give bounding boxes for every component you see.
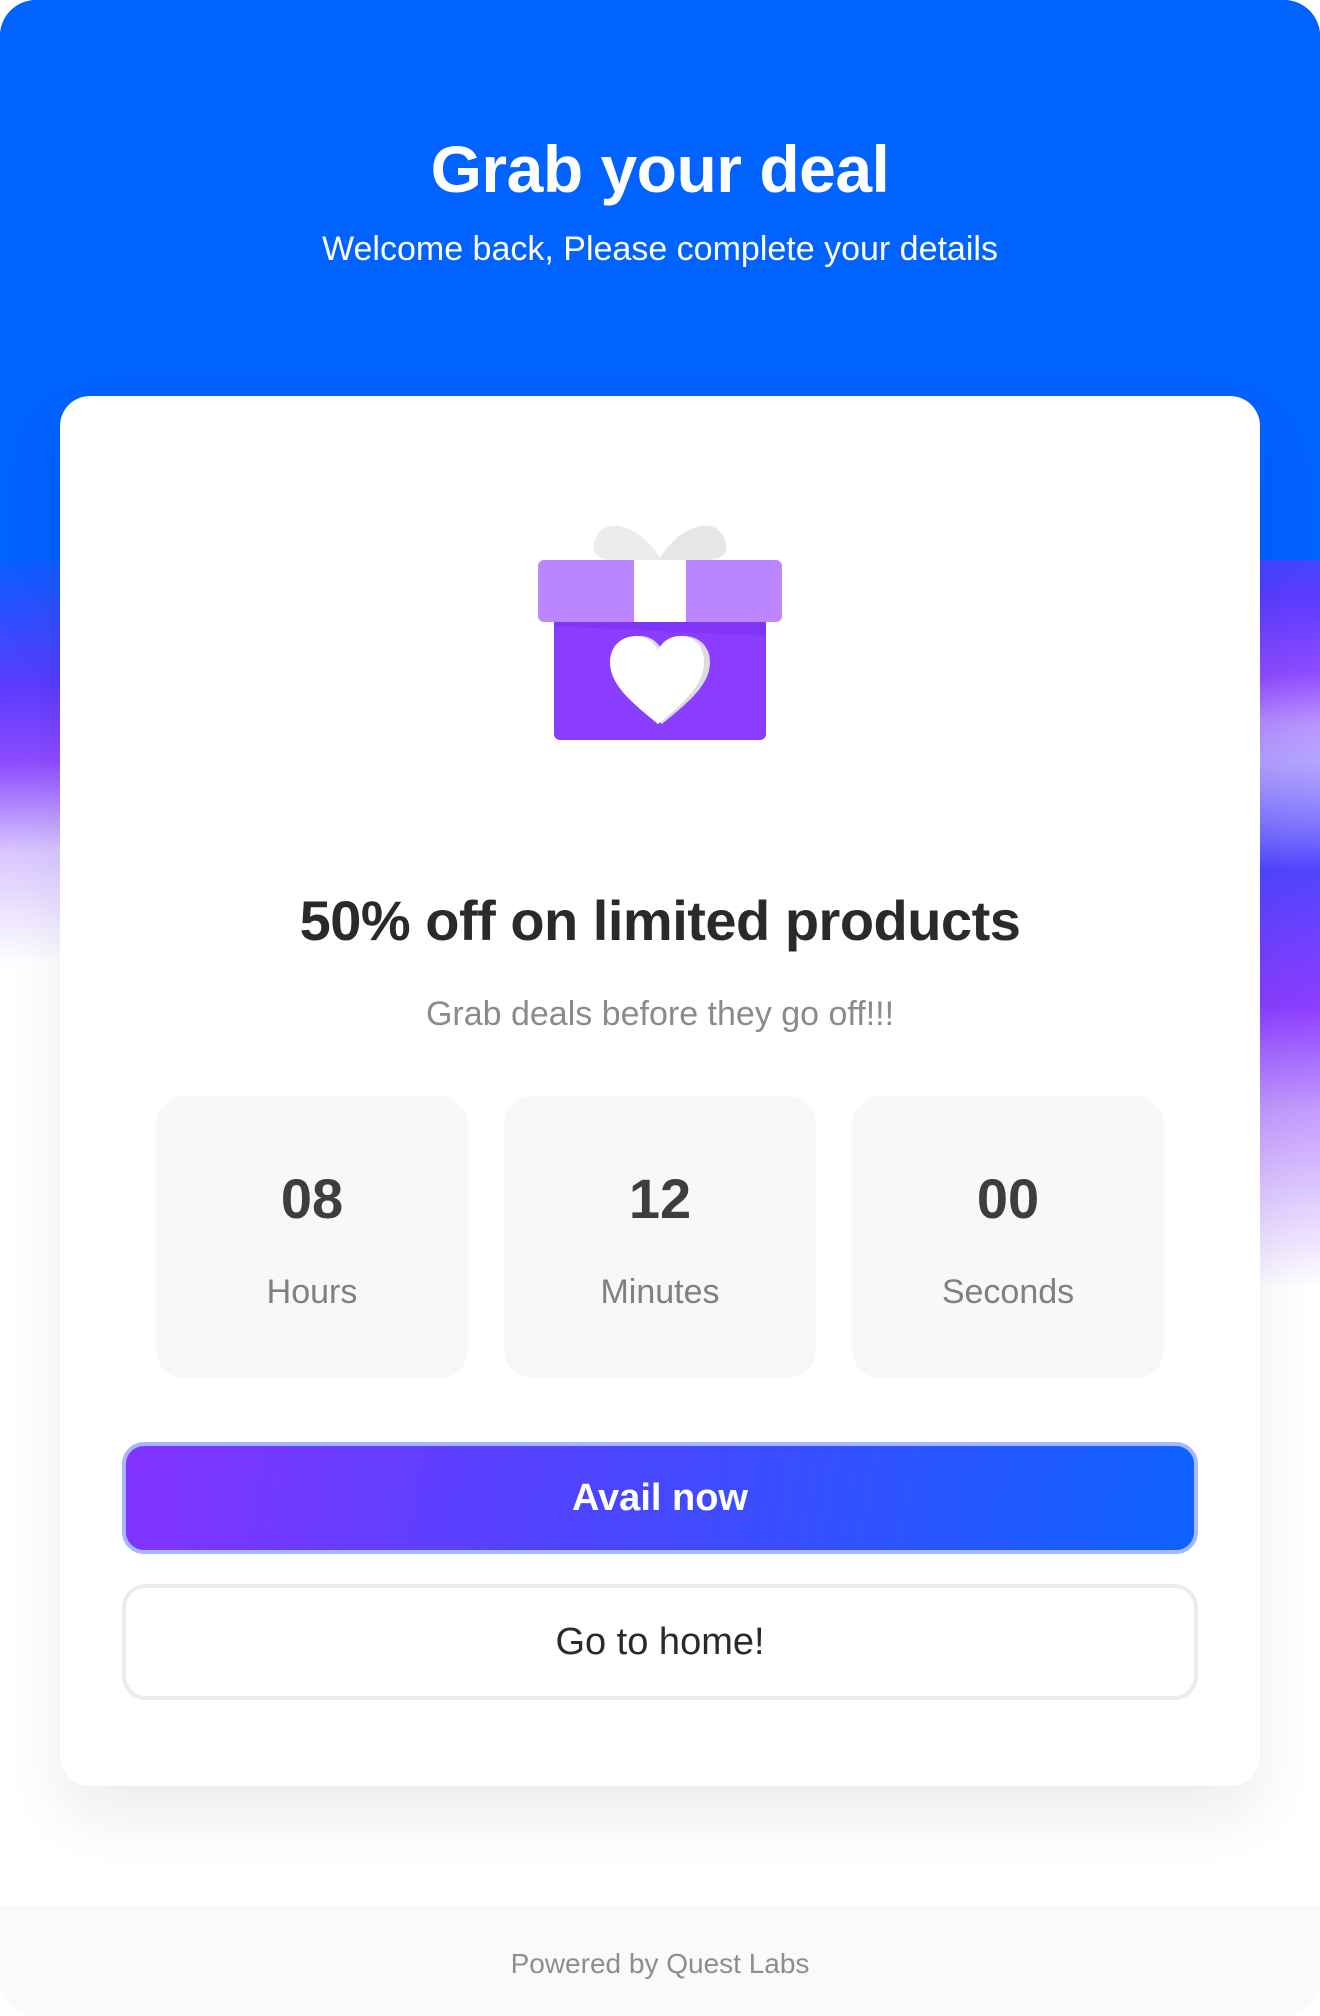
avail-now-button[interactable]: Avail now xyxy=(122,1442,1198,1554)
page-title: Grab your deal xyxy=(430,132,890,206)
page-header: Grab your deal Welcome back, Please comp… xyxy=(0,125,1320,271)
hours-label: Hours xyxy=(266,1273,358,1311)
countdown-seconds: 00 Seconds xyxy=(852,1096,1164,1378)
gift-icon xyxy=(538,525,782,740)
offer-headline: 50% off on limited products xyxy=(299,889,1021,952)
deal-screen: Grab your deal Welcome back, Please comp… xyxy=(0,0,1320,2016)
hours-value: 08 xyxy=(280,1167,344,1230)
minutes-value: 12 xyxy=(628,1167,692,1230)
countdown-timer: 08 Hours 12 Minutes 00 Seconds xyxy=(156,1096,1164,1378)
countdown-minutes: 12 Minutes xyxy=(504,1096,816,1378)
go-to-home-button[interactable]: Go to home! xyxy=(122,1584,1198,1700)
countdown-hours: 08 Hours xyxy=(156,1096,468,1378)
footer: Powered by Quest Labs xyxy=(0,1906,1320,2016)
page-subtitle: Welcome back, Please complete your detai… xyxy=(322,230,998,268)
powered-by-text: Powered by Quest Labs xyxy=(510,1948,810,1979)
minutes-label: Minutes xyxy=(600,1273,720,1311)
seconds-value: 00 xyxy=(976,1167,1040,1230)
seconds-label: Seconds xyxy=(941,1273,1075,1311)
deal-card: 50% off on limited products Grab deals b… xyxy=(60,396,1260,1786)
offer-subline: Grab deals before they go off!!! xyxy=(425,995,895,1033)
